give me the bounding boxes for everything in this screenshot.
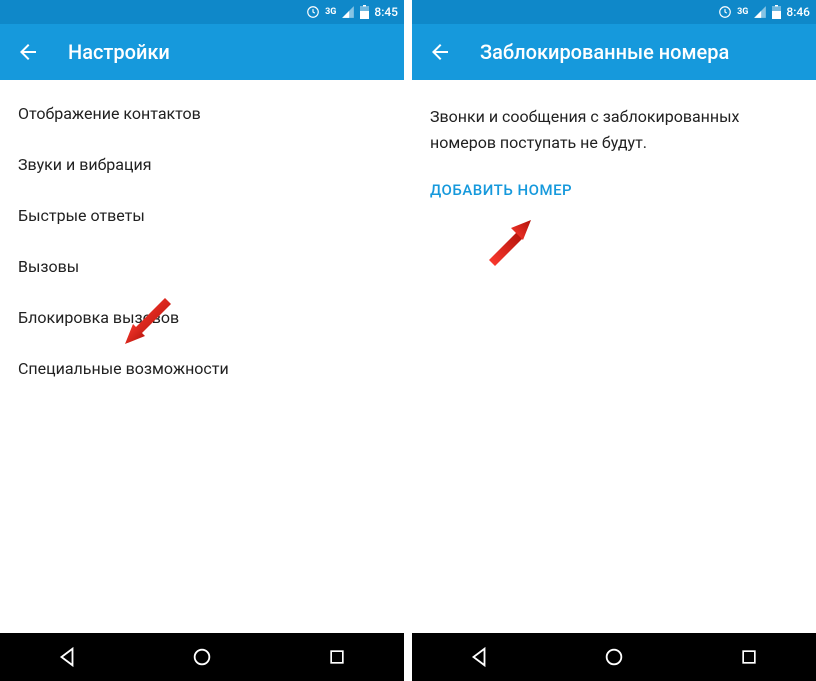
item-accessibility[interactable]: Специальные возможности bbox=[0, 343, 404, 394]
status-time: 8:45 bbox=[374, 5, 398, 19]
item-quick-replies[interactable]: Быстрые ответы bbox=[0, 190, 404, 241]
back-button[interactable] bbox=[428, 40, 452, 64]
page-title: Настройки bbox=[68, 40, 170, 64]
status-time: 8:46 bbox=[786, 5, 810, 19]
item-calls[interactable]: Вызовы bbox=[0, 241, 404, 292]
back-button[interactable] bbox=[16, 40, 40, 64]
page-title: Заблокированные номера bbox=[480, 40, 729, 64]
annotation-arrow-icon bbox=[477, 210, 537, 270]
app-bar: Заблокированные номера bbox=[412, 24, 816, 80]
nav-recent-button[interactable] bbox=[719, 637, 779, 677]
nav-home-button[interactable] bbox=[172, 637, 232, 677]
nav-recent-button[interactable] bbox=[307, 637, 367, 677]
add-number-button[interactable]: ДОБАВИТЬ НОМЕР bbox=[412, 163, 816, 217]
network-label: 3G bbox=[325, 7, 336, 17]
settings-list: Отображение контактов Звуки и вибрация Б… bbox=[0, 80, 404, 633]
sync-icon bbox=[718, 5, 732, 19]
sync-icon bbox=[306, 5, 320, 19]
item-contacts-display[interactable]: Отображение контактов bbox=[0, 88, 404, 139]
signal-icon bbox=[341, 5, 355, 19]
phone-left-settings: 3G 8:45 Настройки Отображение контактов … bbox=[0, 0, 404, 681]
nav-bar bbox=[412, 633, 816, 681]
signal-icon bbox=[753, 5, 767, 19]
status-bar: 3G 8:45 bbox=[0, 0, 404, 24]
nav-back-button[interactable] bbox=[37, 637, 97, 677]
status-bar: 3G 8:46 bbox=[412, 0, 816, 24]
network-label: 3G bbox=[737, 7, 748, 17]
battery-icon bbox=[360, 5, 369, 19]
blocked-content: Звонки и сообщения с заблокированных ном… bbox=[412, 80, 816, 633]
phone-right-blocked-numbers: 3G 8:46 Заблокированные номера Звонки и … bbox=[412, 0, 816, 681]
battery-icon bbox=[772, 5, 781, 19]
blocked-description: Звонки и сообщения с заблокированных ном… bbox=[412, 88, 816, 163]
item-sounds-vibration[interactable]: Звуки и вибрация bbox=[0, 139, 404, 190]
nav-back-button[interactable] bbox=[449, 637, 509, 677]
app-bar: Настройки bbox=[0, 24, 404, 80]
nav-home-button[interactable] bbox=[584, 637, 644, 677]
item-call-blocking[interactable]: Блокировка вызовов bbox=[0, 292, 404, 343]
nav-bar bbox=[0, 633, 404, 681]
